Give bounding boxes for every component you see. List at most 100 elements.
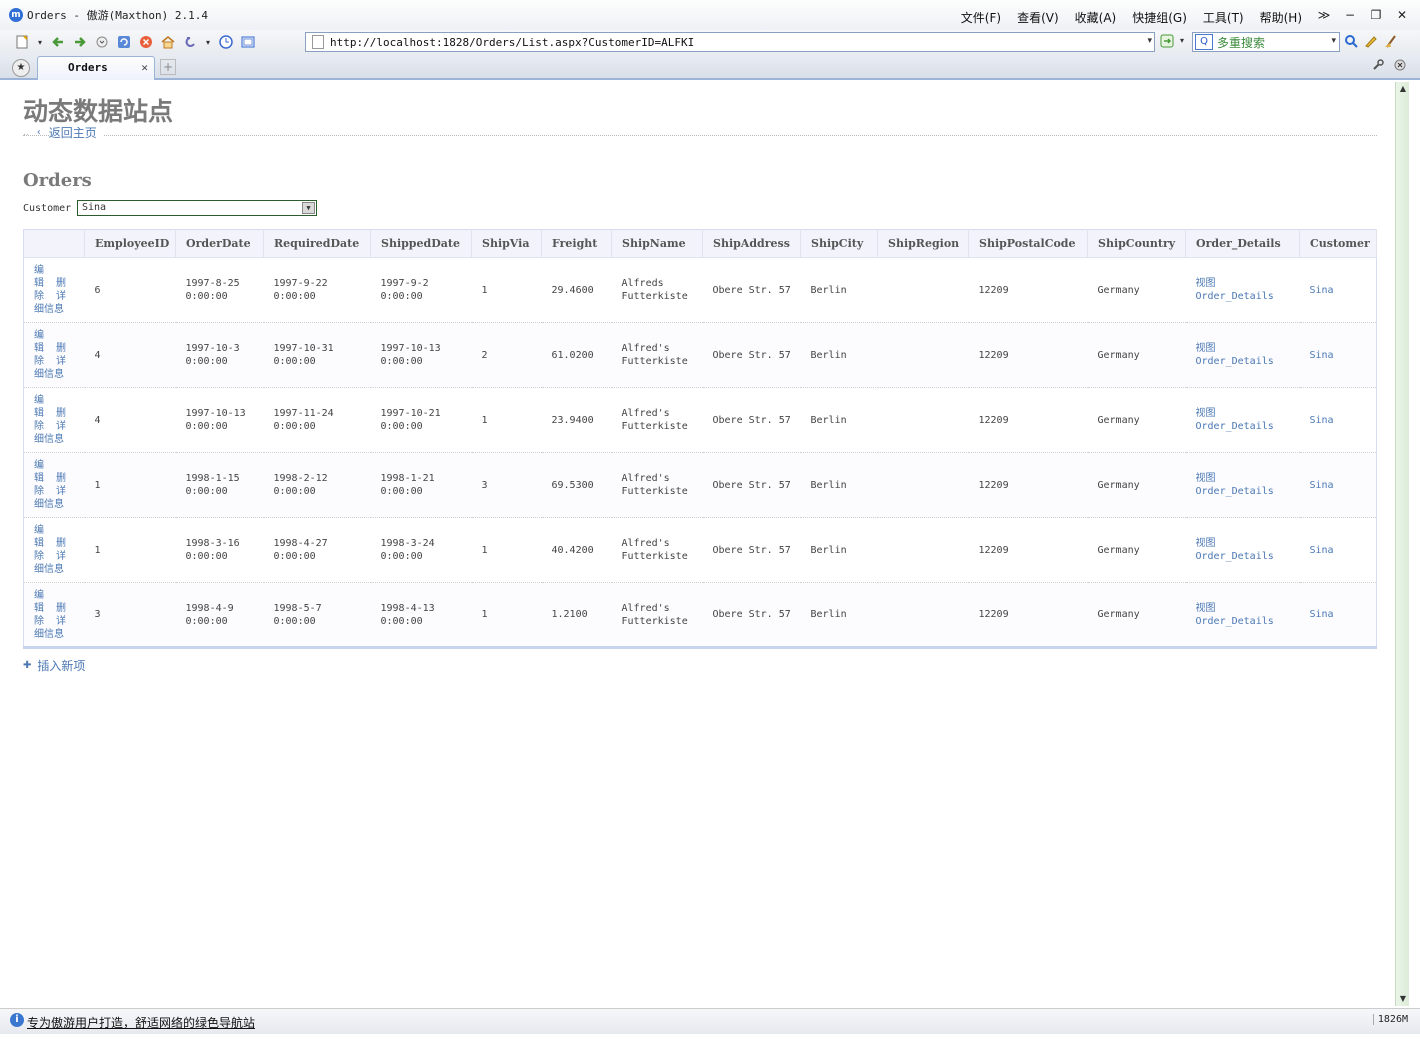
details-link[interactable]: 细信息 [34,499,64,510]
col-orderdate[interactable]: OrderDate [175,229,264,258]
back-icon[interactable] [50,34,66,50]
details-link[interactable]: 细信息 [34,304,64,315]
col-shipaddress[interactable]: ShipAddress [702,229,801,258]
delete-link[interactable]: 除 [34,550,56,563]
highlight-icon[interactable] [1364,34,1378,52]
close-all-tabs-icon[interactable] [1394,59,1406,74]
delete-link[interactable]: 删 [56,342,78,355]
select-dropdown-icon[interactable]: ▼ [302,202,315,214]
menu-groups[interactable]: 快捷组(G) [1132,9,1187,26]
col-shipregion[interactable]: ShipRegion [877,229,969,258]
tab-close-icon[interactable]: ✕ [141,57,148,79]
edit-link[interactable]: 编 [34,524,56,537]
col-shipvia[interactable]: ShipVia [471,229,542,258]
edit-link[interactable]: 编 [34,459,56,472]
insert-new-item-link[interactable]: ✚ 插入新项 [23,657,85,674]
order-details-link[interactable]: 视图 Order_Details [1196,408,1274,432]
delete-link[interactable]: 删 [56,277,78,290]
delete-link[interactable]: 删 [56,602,78,615]
address-dropdown-icon[interactable]: ▾ [1147,36,1152,46]
order-details-link[interactable]: 视图 Order_Details [1196,538,1274,562]
col-shipcity[interactable]: ShipCity [800,229,878,258]
clean-icon[interactable] [1384,34,1398,52]
menu-favorites[interactable]: 收藏(A) [1075,9,1117,26]
delete-link[interactable]: 除 [34,615,56,628]
clock-icon[interactable] [218,34,234,50]
details-link[interactable]: 细信息 [34,369,64,380]
col-customer[interactable]: Customer [1299,229,1377,258]
screen-capture-icon[interactable] [240,34,256,50]
menu-file[interactable]: 文件(F) [961,9,1001,26]
edit-link[interactable]: 辑 [34,602,56,615]
customer-link[interactable]: Sina [1310,350,1334,361]
edit-link[interactable]: 编 [34,394,56,407]
edit-link[interactable]: 辑 [34,537,56,550]
url-input[interactable] [330,35,1140,49]
new-page-icon[interactable] [14,34,30,50]
order-details-link[interactable]: 视图 Order_Details [1196,473,1274,497]
minimize-button[interactable]: − [1340,6,1360,24]
vertical-scrollbar[interactable]: ▲ ▼ [1395,82,1409,1006]
delete-link[interactable]: 删 [56,407,78,420]
search-box[interactable]: Q ▾ [1192,32,1340,52]
details-link[interactable]: 详 [56,290,78,303]
menu-view[interactable]: 查看(V) [1017,9,1059,26]
details-link[interactable]: 详 [56,355,78,368]
customer-link[interactable]: Sina [1310,415,1334,426]
customer-link[interactable]: Sina [1310,285,1334,296]
delete-link[interactable]: 除 [34,420,56,433]
wrench-icon[interactable] [1372,59,1384,74]
menu-tools[interactable]: 工具(T) [1203,9,1244,26]
search-dropdown-icon[interactable]: ▾ [1331,36,1336,46]
refresh-icon[interactable] [116,34,132,50]
go-icon[interactable] [1160,34,1174,51]
forward-icon[interactable] [72,34,88,50]
scroll-up-icon[interactable]: ▲ [1396,82,1410,96]
dropdown-arrow-icon[interactable]: ▾ [36,34,44,50]
col-shippeddate[interactable]: ShippedDate [370,229,472,258]
search-engine-icon[interactable]: Q [1195,34,1213,50]
edit-link[interactable]: 辑 [34,472,56,485]
delete-link[interactable]: 删 [56,472,78,485]
insert-link-label[interactable]: 插入新项 [37,657,85,674]
tab-orders[interactable]: Orders ✕ [37,56,155,80]
details-link[interactable]: 详 [56,485,78,498]
expand-icon[interactable]: ≫ [1314,6,1334,24]
back-link-label[interactable]: 返回主页 [48,124,103,141]
edit-link[interactable]: 辑 [34,342,56,355]
new-tab-icon[interactable]: + [160,59,176,75]
scroll-down-icon[interactable]: ▼ [1396,992,1410,1006]
col-requireddate[interactable]: RequiredDate [263,229,371,258]
search-magnifier-icon[interactable] [1344,34,1358,52]
order-details-link[interactable]: 视图 Order_Details [1196,278,1274,302]
col-shipcountry[interactable]: ShipCountry [1087,229,1186,258]
customer-link[interactable]: Sina [1310,545,1334,556]
status-link[interactable]: 专为傲游用户打造，舒适网络的绿色导航站 [27,1014,255,1031]
edit-link[interactable]: 辑 [34,407,56,420]
edit-link[interactable]: 编 [34,329,56,342]
details-link[interactable]: 详 [56,615,78,628]
delete-link[interactable]: 除 [34,290,56,303]
order-details-link[interactable]: 视图 Order_Details [1196,343,1274,367]
search-input[interactable] [1217,35,1327,49]
edit-link[interactable]: 编 [34,264,56,277]
customer-link[interactable]: Sina [1310,609,1334,620]
delete-link[interactable]: 除 [34,355,56,368]
delete-link[interactable]: 删 [56,537,78,550]
order-details-link[interactable]: 视图 Order_Details [1196,603,1274,627]
customer-filter-select[interactable]: Sina ▼ [77,200,317,216]
tab-menu-icon[interactable]: ★ [12,59,30,77]
customer-link[interactable]: Sina [1310,480,1334,491]
undo-close-icon[interactable] [182,34,198,50]
menu-help[interactable]: 帮助(H) [1260,9,1302,26]
address-bar[interactable]: ▾ [305,32,1155,52]
details-link[interactable]: 详 [56,420,78,433]
stop-icon[interactable] [138,34,154,50]
restore-button[interactable]: ❐ [1366,6,1386,24]
dropdown-arrow-icon[interactable]: ▾ [204,34,212,50]
home-icon[interactable] [160,34,176,50]
col-shipname[interactable]: ShipName [611,229,703,258]
col-employeeid[interactable]: EmployeeID [84,229,176,258]
details-link[interactable]: 细信息 [34,434,64,445]
edit-link[interactable]: 编 [34,589,56,602]
